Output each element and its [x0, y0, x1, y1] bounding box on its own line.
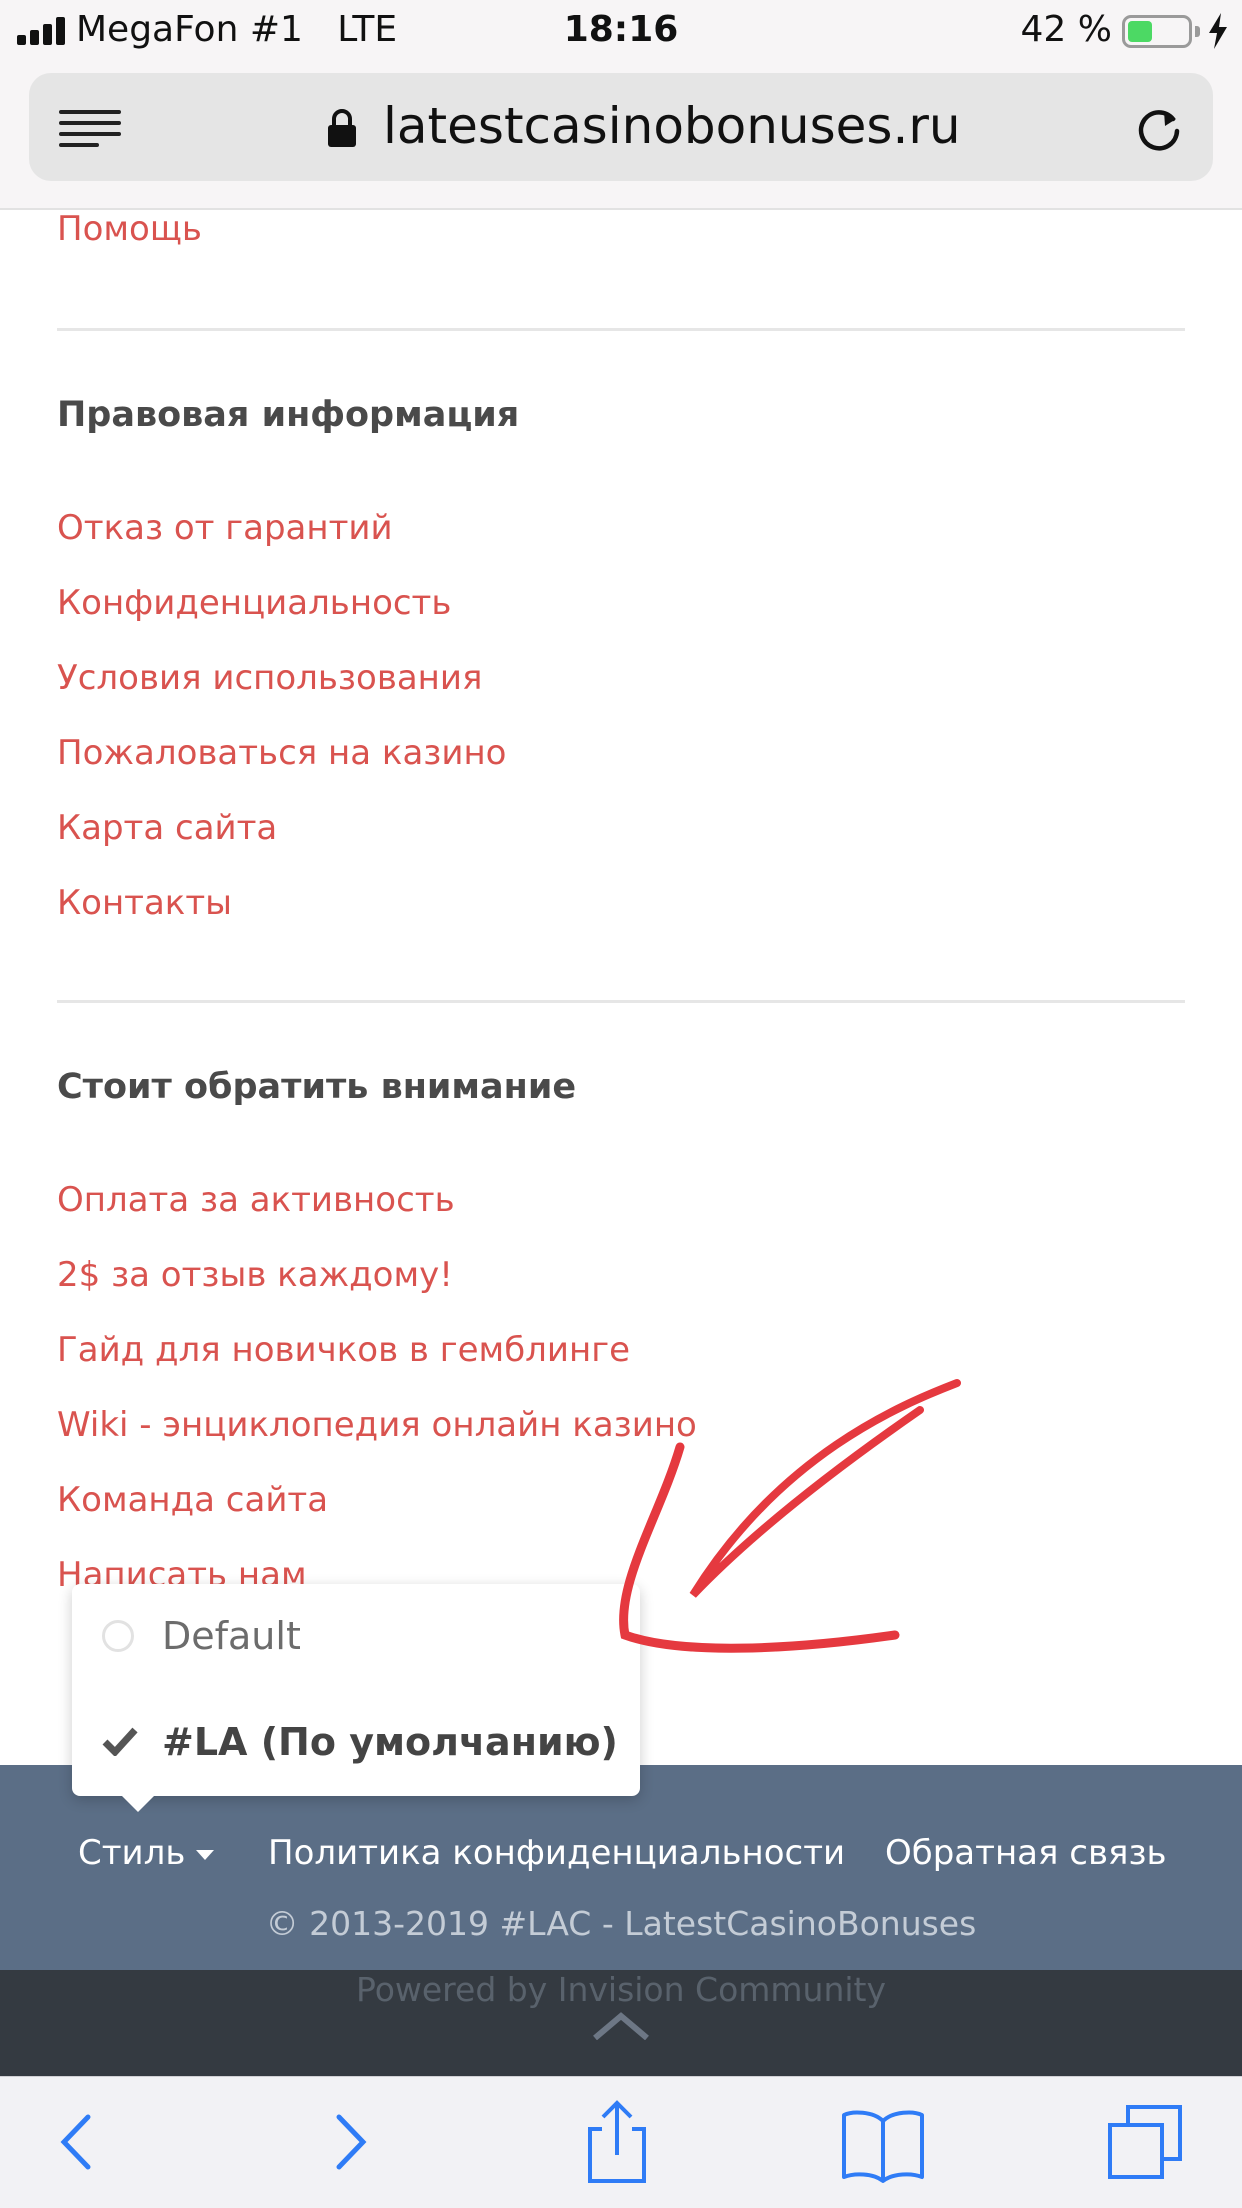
- dropdown-pointer: [120, 1794, 156, 1812]
- divider: [57, 328, 1185, 331]
- url-text[interactable]: latestcasinobonuses.ru: [383, 97, 961, 155]
- legal-link[interactable]: Контакты: [57, 883, 232, 923]
- legal-link[interactable]: Условия использования: [57, 658, 482, 698]
- battery-icon: [1122, 15, 1192, 48]
- share-icon[interactable]: [572, 2097, 662, 2187]
- legal-link[interactable]: Конфиденциальность: [57, 583, 451, 623]
- attention-link[interactable]: 2$ за отзыв каждому!: [57, 1255, 453, 1295]
- battery-percent: 42 %: [1020, 9, 1112, 50]
- style-selector-button[interactable]: Стиль: [78, 1833, 185, 1873]
- forward-icon[interactable]: [305, 2097, 395, 2187]
- status-bar: MegaFon #1 LTE 18:16 42 %: [0, 0, 1242, 64]
- annotation-arrow-drawing: [619, 1379, 961, 1653]
- feedback-link[interactable]: Обратная связь: [885, 1833, 1167, 1873]
- screen: MegaFon #1 LTE 18:16 42 % latestcasinobo…: [0, 0, 1242, 2208]
- legal-link[interactable]: Пожаловаться на казино: [57, 733, 507, 773]
- back-icon[interactable]: [32, 2097, 122, 2187]
- menu-icon[interactable]: [59, 110, 121, 148]
- browser-header: latestcasinobonuses.ru: [0, 64, 1242, 210]
- bookmarks-icon[interactable]: [838, 2097, 928, 2187]
- tabs-icon[interactable]: [1100, 2097, 1190, 2187]
- powered-by-text[interactable]: Powered by Invision Community: [0, 1970, 1242, 2009]
- legal-link[interactable]: Отказ от гарантий: [57, 508, 393, 548]
- legal-link[interactable]: Карта сайта: [57, 808, 277, 848]
- style-option-label: #LA (По умолчанию): [162, 1720, 618, 1764]
- battery-cap: [1195, 26, 1200, 37]
- lock-icon: [328, 109, 356, 147]
- attention-link[interactable]: Гайд для новичков в гемблинге: [57, 1330, 630, 1370]
- section-heading-attention: Стоит обратить внимание: [57, 1067, 577, 1107]
- radio-empty-icon: [102, 1620, 134, 1652]
- style-dropdown-menu: Default #LA (По умолчанию): [72, 1584, 640, 1796]
- scroll-to-top-icon[interactable]: [591, 2010, 651, 2040]
- address-bar[interactable]: latestcasinobonuses.ru: [29, 73, 1213, 181]
- attention-link[interactable]: Оплата за активность: [57, 1180, 455, 1220]
- section-heading-legal: Правовая информация: [57, 395, 520, 435]
- battery-level-fill: [1128, 21, 1152, 42]
- style-option-la[interactable]: #LA (По умолчанию): [72, 1690, 640, 1790]
- reload-icon[interactable]: [1135, 105, 1183, 153]
- help-link[interactable]: Помощь: [57, 209, 202, 249]
- privacy-policy-link[interactable]: Политика конфиденциальности: [268, 1833, 845, 1873]
- style-option-label: Default: [162, 1614, 301, 1658]
- copyright-text: © 2013-2019 #LAC - LatestCasinoBonuses: [265, 1904, 977, 1943]
- divider: [57, 1000, 1185, 1003]
- attention-link[interactable]: Команда сайта: [57, 1480, 328, 1520]
- bolt-icon: [1209, 13, 1227, 49]
- checkmark-icon: [102, 1727, 138, 1756]
- caret-down-icon[interactable]: [196, 1850, 214, 1860]
- browser-toolbar: [0, 2076, 1242, 2208]
- style-option-default[interactable]: Default: [72, 1584, 640, 1684]
